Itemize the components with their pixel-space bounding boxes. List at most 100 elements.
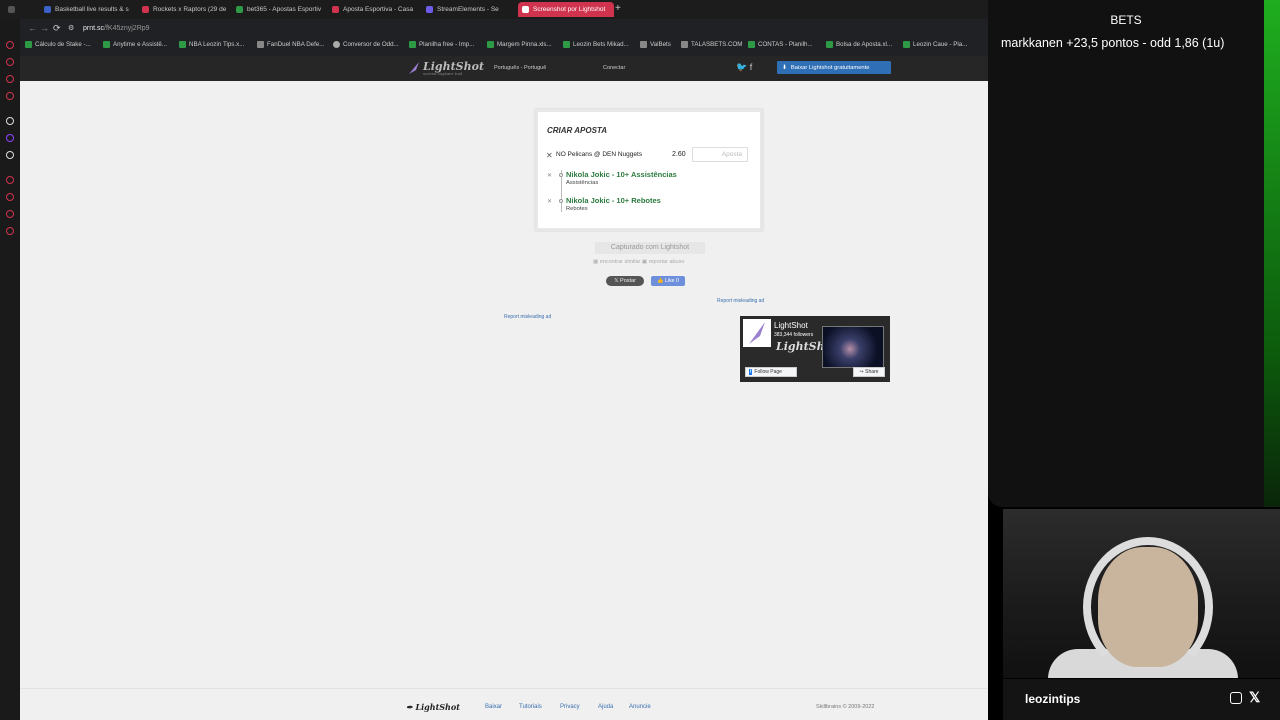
download-button[interactable]: ⬇ Baixar Lightshot gratuitamente <box>777 61 891 74</box>
favicon-icon <box>522 6 529 13</box>
footer-link-tutorials[interactable]: Tutoriais <box>519 704 542 710</box>
sheet-icon <box>103 41 110 48</box>
tab-overview-icon[interactable] <box>4 2 20 17</box>
bookmark-item[interactable]: Conversor de Odd... <box>333 41 399 48</box>
bookmark-item[interactable]: Leozin Bets Mikad... <box>563 41 629 48</box>
sidebar-app-icon[interactable] <box>6 117 14 125</box>
leg-market: Rebotes <box>566 206 588 212</box>
site-logo[interactable]: LightShot screen capture tool <box>423 60 484 76</box>
bookmarks-bar: Cálculo de Stake -... Anytime e Assistê.… <box>20 38 988 55</box>
forward-icon[interactable]: → <box>40 23 49 33</box>
match-name: NO Pelicans @ DEN Nuggets <box>556 151 643 158</box>
page-avatar <box>743 319 771 347</box>
footer-link-privacy[interactable]: Privacy <box>560 704 580 710</box>
language-select[interactable]: Português - Portuguê <box>494 65 546 71</box>
find-similar-link[interactable]: encontrar similar <box>600 259 641 265</box>
fb-cover-image <box>822 326 884 368</box>
page-icon <box>640 41 647 48</box>
grid-icon: ▦ <box>593 259 599 265</box>
tab-lightshot[interactable]: Screenshot por Lightshot <box>518 2 614 17</box>
bets-title: BETS <box>1110 13 1142 27</box>
bookmark-item[interactable]: Leozin Caue - Pla... <box>903 41 967 48</box>
bookmark-item[interactable]: TALASBETS.COM <box>681 41 742 48</box>
odd-value: 2.60 <box>672 151 686 158</box>
address-bar[interactable]: prnt.sc/fK45znyj2Rp9 <box>83 22 583 35</box>
footer-logo[interactable]: ✒ LightShot <box>406 702 460 712</box>
footer-link-download[interactable]: Baixar <box>485 704 502 710</box>
bookmark-item[interactable]: Bolsa de Aposta.xl... <box>826 41 892 48</box>
sidebar-app-icon[interactable] <box>6 92 14 100</box>
tab-search-icon <box>8 6 15 13</box>
reload-icon[interactable]: ⟳ <box>53 23 61 34</box>
bookmark-item[interactable]: Cálculo de Stake -... <box>25 41 91 48</box>
favicon-icon <box>142 6 149 13</box>
report-ad-link[interactable]: Report misleading ad <box>717 298 764 304</box>
sidebar-app-icon[interactable] <box>6 193 14 201</box>
report-abuse-link[interactable]: reportar abuso <box>649 259 685 265</box>
headphones <box>1083 537 1213 677</box>
bookmark-item[interactable]: Planilha free - Imp... <box>409 41 474 48</box>
bookmark-item[interactable]: FanDuel NBA Defe... <box>257 41 324 48</box>
tab-aposta-esportiva[interactable]: Aposta Esportiva - Casa <box>328 2 418 17</box>
tab-rockets-raptors[interactable]: Rockets x Raptors (29 de <box>138 2 228 17</box>
sheet-icon <box>409 41 416 48</box>
leg-selection: Nikola Jokic - 10+ Assistências <box>566 170 677 179</box>
share-button[interactable]: ↪ Share <box>853 367 885 377</box>
x-icon[interactable] <box>6 151 14 159</box>
favicon-icon <box>332 6 339 13</box>
sheet-icon <box>748 41 755 48</box>
footer-link-help[interactable]: Ajuda <box>598 704 613 710</box>
settings-icon[interactable] <box>6 227 14 235</box>
facebook-like-button[interactable]: 👍 Like 0 <box>651 276 685 286</box>
facebook-page-widget[interactable]: LightShot 383,344 followers LightShot fF… <box>740 316 890 382</box>
site-header: LightShot screen capture tool Português -… <box>20 56 988 81</box>
bookmark-item[interactable]: Anytime e Assistê... <box>103 41 167 48</box>
back-icon[interactable]: ← <box>28 23 37 33</box>
betslip-title: CRIAR APOSTA <box>547 126 607 135</box>
site-info-icon[interactable]: ⚙ <box>68 24 74 32</box>
bookmark-item[interactable]: Margem Pinna.xls... <box>487 41 552 48</box>
url-path: /fK45znyj2Rp9 <box>104 25 150 32</box>
footer-link-advertise[interactable]: Anuncie <box>629 704 651 710</box>
image-actions: ▦ encontrar similar ▣ reportar abuso <box>593 259 684 265</box>
report-ad-link[interactable]: Report misleading ad <box>504 314 551 320</box>
flag-icon: ▣ <box>641 259 648 265</box>
globe-icon <box>333 41 340 48</box>
sidebar-app-icon[interactable] <box>6 176 14 184</box>
page-icon <box>257 41 264 48</box>
streamer-namebar: leozintips 𝕏 <box>1003 679 1280 720</box>
bookmark-item[interactable]: NBA Leozin Tips.x... <box>179 41 244 48</box>
screen: Basketball live results & s Rockets x Ra… <box>0 0 1280 720</box>
facebook-icon[interactable]: f <box>750 62 753 72</box>
bookmark-item[interactable]: CONTAS - Planilh... <box>748 41 813 48</box>
sidebar-app-icon[interactable] <box>6 58 14 66</box>
url-host: prnt.sc <box>83 25 105 32</box>
follow-page-button[interactable]: f Follow Page <box>745 367 797 377</box>
twitter-icon[interactable]: 🐦 <box>736 62 747 72</box>
fb-followers: 383,344 followers <box>774 332 814 338</box>
sidebar-app-icon[interactable] <box>6 75 14 83</box>
close-icon: ✕ <box>547 173 553 179</box>
overlay-accent <box>1264 0 1280 507</box>
login-link[interactable]: Conectar <box>603 65 625 71</box>
streamer-name: leozintips <box>1025 692 1081 706</box>
new-tab-button[interactable]: + <box>615 3 621 14</box>
tab-basketball[interactable]: Basketball live results & s <box>40 2 134 17</box>
feather-icon: ✒ <box>406 702 413 712</box>
leg-market: Assistências <box>566 180 599 186</box>
betslip-match-row: ✕ NO Pelicans @ DEN Nuggets 2.60 Aposta <box>546 147 756 163</box>
tab-streamelements[interactable]: StreamElements - Se <box>422 2 514 17</box>
bets-overlay: BETS markkanen +23,5 pontos - odd 1,86 (… <box>988 0 1280 507</box>
stake-field: Aposta <box>692 147 748 162</box>
sidebar-app-icon[interactable] <box>6 41 14 49</box>
tab-bet365[interactable]: bet365 - Apostas Esportiv <box>232 2 324 17</box>
sidebar-app-icon[interactable] <box>6 210 14 218</box>
leg-dot <box>559 199 563 203</box>
twitch-icon[interactable] <box>6 134 14 142</box>
x-post-button[interactable]: 𝕏 Postar <box>606 276 644 286</box>
sheet-icon <box>179 41 186 48</box>
favicon-icon <box>236 6 243 13</box>
bookmark-item[interactable]: ValBets <box>640 41 671 48</box>
captured-with-label: Capturado com Lightshot <box>595 242 705 254</box>
leg-dot <box>559 173 563 177</box>
